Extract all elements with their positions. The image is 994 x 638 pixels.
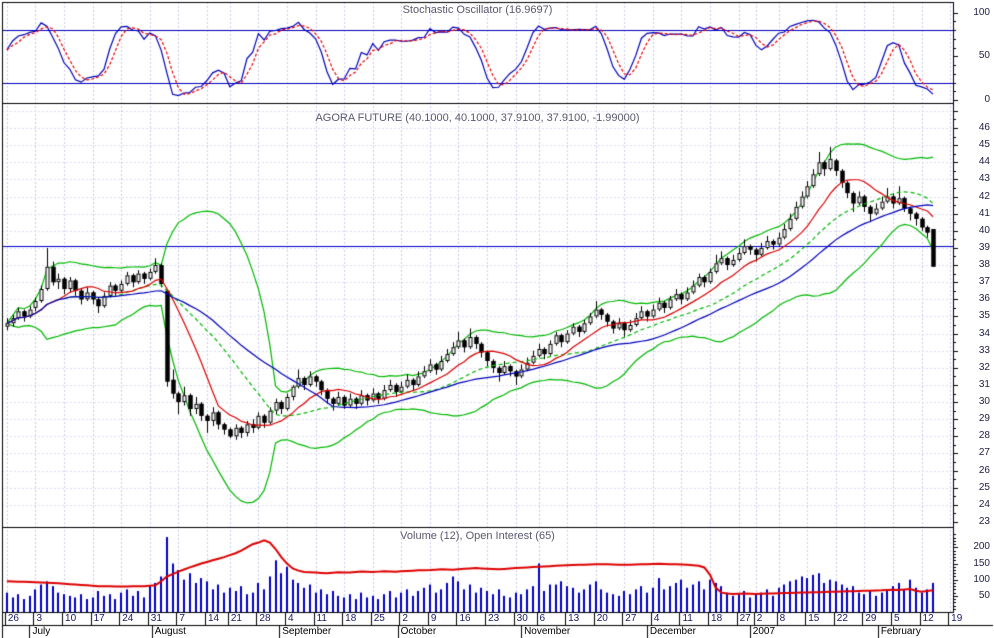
date-tick-label: 4: [287, 613, 294, 624]
date-tick-label: 2: [402, 613, 408, 624]
charting-app-window: Stochastic Oscillator (16.9697) AGORA FU…: [0, 0, 994, 638]
date-tick-label: 26: [7, 613, 19, 624]
price-y-axis-label: 43: [978, 173, 990, 185]
date-tick-label: 31: [150, 613, 162, 624]
date-tick-label: 19: [951, 613, 963, 624]
month-label: October: [400, 626, 437, 637]
price-y-axis-label: 28: [978, 430, 990, 442]
date-tick-label: 20: [596, 613, 608, 624]
price-y-axis-label: 45: [978, 139, 990, 151]
price-y-axis-label: 26: [978, 464, 990, 476]
date-tick-label: 29: [865, 613, 877, 624]
price-y-axis-label: 41: [978, 207, 990, 219]
date-tick-label: 16: [459, 613, 471, 624]
price-y-axis-label: 29: [978, 413, 990, 425]
price-y-axis-label: 34: [978, 327, 990, 339]
date-tick-label: 23: [488, 613, 500, 624]
price-y-axis-label: 37: [978, 276, 990, 288]
date-tick-label: 7: [179, 613, 185, 624]
date-tick-label: 11: [682, 613, 693, 624]
date-tick-label: 18: [345, 613, 357, 624]
price-y-axis-label: 23: [978, 516, 990, 527]
date-tick-label: 11: [316, 613, 327, 624]
date-tick-label: 3: [36, 613, 42, 624]
price-y-axis-label: 31: [978, 378, 990, 390]
price-y-axis-label: 32: [978, 361, 990, 373]
date-tick-label: 21: [230, 613, 242, 624]
price-y-axis-label: 40: [978, 224, 990, 236]
date-tick-label: 17: [93, 613, 105, 624]
price-y-axis-label: 38: [978, 259, 990, 271]
date-tick-label: 13: [568, 613, 580, 624]
price-y-axis-label: 44: [978, 156, 990, 168]
date-tick-label: 14: [207, 613, 220, 624]
date-tick-label: 22: [836, 613, 848, 624]
date-tick-label: 15: [808, 613, 820, 624]
date-tick-label: 5: [893, 613, 900, 624]
price-y-axis-label: 30: [978, 396, 990, 408]
date-tick-label: 28: [259, 613, 271, 624]
stochastic-y-axis-label: 50: [978, 50, 990, 62]
price-y-axis-label: 24: [978, 498, 990, 510]
stochastic-y-axis-label: 100: [973, 6, 990, 18]
month-label: September: [282, 626, 332, 637]
chart-canvas[interactable]: [0, 0, 994, 638]
date-tick-label: 10: [65, 613, 77, 624]
date-tick-label: 6: [539, 613, 546, 624]
month-label: July: [32, 626, 51, 637]
month-label: August: [154, 626, 186, 637]
date-tick-label: 30: [516, 613, 528, 624]
date-tick-label: 4: [653, 613, 660, 624]
price-y-axis-label: 35: [978, 310, 990, 322]
date-tick-label: 12: [922, 613, 934, 624]
date-tick-label: 24: [122, 613, 134, 624]
price-y-axis-label: 46: [978, 122, 990, 133]
date-tick-label: 8: [779, 613, 786, 624]
stochastic-y-axis-label: 0: [984, 94, 990, 105]
price-y-axis-label: 36: [978, 293, 990, 305]
volume-y-axis-label: 100: [973, 573, 990, 585]
volume-y-axis-label: 150: [973, 557, 990, 569]
price-y-axis-label: 27: [978, 447, 990, 459]
price-y-axis-label: 39: [978, 241, 990, 253]
date-tick-label: 27: [739, 613, 751, 624]
date-tick-label: 2: [756, 613, 763, 624]
month-label: November: [524, 626, 571, 637]
date-tick-label: 9: [430, 613, 437, 624]
month-label: December: [649, 626, 696, 637]
month-label: February: [880, 626, 921, 637]
date-tick-label: 25: [373, 613, 385, 624]
date-tick-label: 27: [625, 613, 637, 624]
volume-y-axis-label: 200: [973, 541, 990, 553]
price-y-axis-label: 25: [978, 481, 990, 493]
price-y-axis-label: 33: [978, 344, 990, 356]
date-tick-label: 18: [711, 613, 723, 624]
price-y-axis-label: 42: [978, 190, 990, 202]
volume-y-axis-label: 50: [978, 589, 990, 601]
month-label: 2007: [752, 626, 776, 637]
